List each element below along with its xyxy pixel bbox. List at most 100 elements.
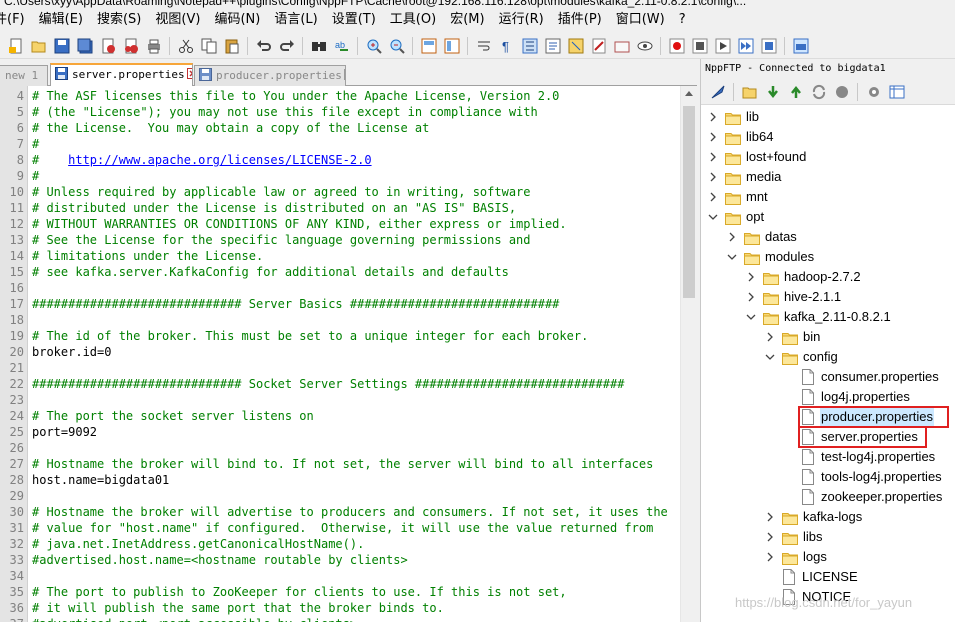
tree-folder[interactable]: modules [726,247,815,267]
function-list-button[interactable] [590,37,608,55]
tree-folder[interactable]: datas [726,227,798,247]
scrollbar-thumb[interactable] [683,106,695,298]
play-macro-button[interactable] [714,37,732,55]
show-all-chars-button[interactable]: ¶ [498,37,516,55]
tree-folder[interactable]: kafka_2.11-0.8.2.1 [745,307,892,327]
chevron-right-icon[interactable] [745,291,757,303]
tree-file[interactable]: test-log4j.properties [783,447,936,467]
chevron-right-icon[interactable] [764,531,776,543]
tree-folder[interactable]: mnt [707,187,769,207]
vertical-scrollbar[interactable] [680,86,697,622]
indent-guide-button[interactable] [521,37,539,55]
message-window-button[interactable] [888,83,906,101]
cut-button[interactable] [177,37,195,55]
chevron-right-icon[interactable] [707,131,719,143]
menu-item-6[interactable]: 设置(T) [325,8,383,32]
tree-folder[interactable]: hive-2.1.1 [745,287,842,307]
tab-new-1[interactable]: new 1 [0,65,48,86]
chevron-right-icon[interactable] [745,271,757,283]
refresh-button[interactable] [810,83,828,101]
menu-item-12[interactable]: ? [672,8,693,32]
tree-file[interactable]: log4j.properties [783,387,911,407]
redo-button[interactable] [278,37,296,55]
tree-file[interactable]: LICENSE [764,567,859,587]
upload-button[interactable] [787,83,805,101]
menu-item-5[interactable]: 语言(L) [267,8,324,32]
chevron-right-icon[interactable] [764,331,776,343]
sync-v-button[interactable] [420,37,438,55]
chevron-right-icon[interactable] [726,231,738,243]
tree-folder[interactable]: hadoop-2.7.2 [745,267,862,287]
record-macro-button[interactable] [668,37,686,55]
run-multiple-button[interactable] [737,37,755,55]
menu-item-9[interactable]: 运行(R) [492,8,551,32]
settings-gear-button[interactable] [865,83,883,101]
chevron-down-icon[interactable] [745,311,757,323]
print-button[interactable] [145,37,163,55]
menu-item-11[interactable]: 窗口(W) [609,8,672,32]
close-all-button[interactable] [122,37,140,55]
menu-item-4[interactable]: 编码(N) [207,8,267,32]
tab-server-properties[interactable]: server.properties [50,63,193,87]
paste-button[interactable] [223,37,241,55]
menu-item-10[interactable]: 插件(P) [551,8,609,32]
undo-button[interactable] [255,37,273,55]
copy-button[interactable] [200,37,218,55]
tree-file[interactable]: tools-log4j.properties [783,467,943,487]
sync-h-button[interactable] [443,37,461,55]
close-tab-icon[interactable] [343,69,346,80]
tree-folder[interactable]: kafka-logs [764,507,863,527]
user-lang-button[interactable] [544,37,562,55]
open-folder-button[interactable] [741,83,759,101]
tab-producer-properties[interactable]: producer.properties [194,65,346,86]
license-link[interactable]: http://www.apache.org/licenses/LICENSE-2… [68,153,371,167]
find-button[interactable] [310,37,328,55]
save-all-button[interactable] [76,37,94,55]
zoom-in-button[interactable] [365,37,383,55]
doc-map-button[interactable] [567,37,585,55]
save-macro-button[interactable] [760,37,778,55]
abort-button[interactable] [833,83,851,101]
tree-folder[interactable]: libs [764,527,824,547]
menu-item-7[interactable]: 工具(O) [383,8,443,32]
save-button[interactable] [53,37,71,55]
chevron-right-icon[interactable] [707,171,719,183]
tree-folder[interactable]: lost+found [707,147,807,167]
monitor-button[interactable] [636,37,654,55]
menu-item-1[interactable]: 编辑(E) [32,8,90,32]
tree-file[interactable]: zookeeper.properties [783,487,943,507]
stop-macro-button[interactable] [691,37,709,55]
chevron-right-icon[interactable] [707,151,719,163]
scroll-up-arrow-icon[interactable] [685,91,693,96]
tree-folder[interactable]: config [764,347,839,367]
chevron-right-icon[interactable] [764,511,776,523]
menu-item-2[interactable]: 搜索(S) [90,8,148,32]
zoom-out-button[interactable] [388,37,406,55]
chevron-right-icon[interactable] [707,111,719,123]
nppftp-button[interactable] [792,37,810,55]
tree-folder[interactable]: lib [707,107,760,127]
tree-folder[interactable]: bin [764,327,821,347]
word-wrap-button[interactable] [475,37,493,55]
chevron-down-icon[interactable] [764,351,776,363]
chevron-right-icon[interactable] [707,191,719,203]
open-file-button[interactable] [30,37,48,55]
menu-item-8[interactable]: 宏(M) [443,8,491,32]
menu-item-0[interactable]: 件(F) [0,8,32,32]
tree-folder[interactable]: media [707,167,782,187]
folder-workspace-button[interactable] [613,37,631,55]
code-editor[interactable]: 4 # The ASF licenses this file to You und… [0,86,697,622]
close-button[interactable] [99,37,117,55]
menu-item-3[interactable]: 视图(V) [148,8,207,32]
tree-folder[interactable]: logs [764,547,828,567]
connect-button[interactable] [709,83,727,101]
download-button[interactable] [764,83,782,101]
close-tab-icon[interactable] [186,68,193,79]
tree-file[interactable]: consumer.properties [783,367,940,387]
new-file-button[interactable] [7,37,25,55]
tree-folder[interactable]: lib64 [707,127,774,147]
chevron-down-icon[interactable] [726,251,738,263]
chevron-right-icon[interactable] [764,551,776,563]
tree-folder[interactable]: opt [707,207,765,227]
replace-button[interactable]: ab [333,37,351,55]
